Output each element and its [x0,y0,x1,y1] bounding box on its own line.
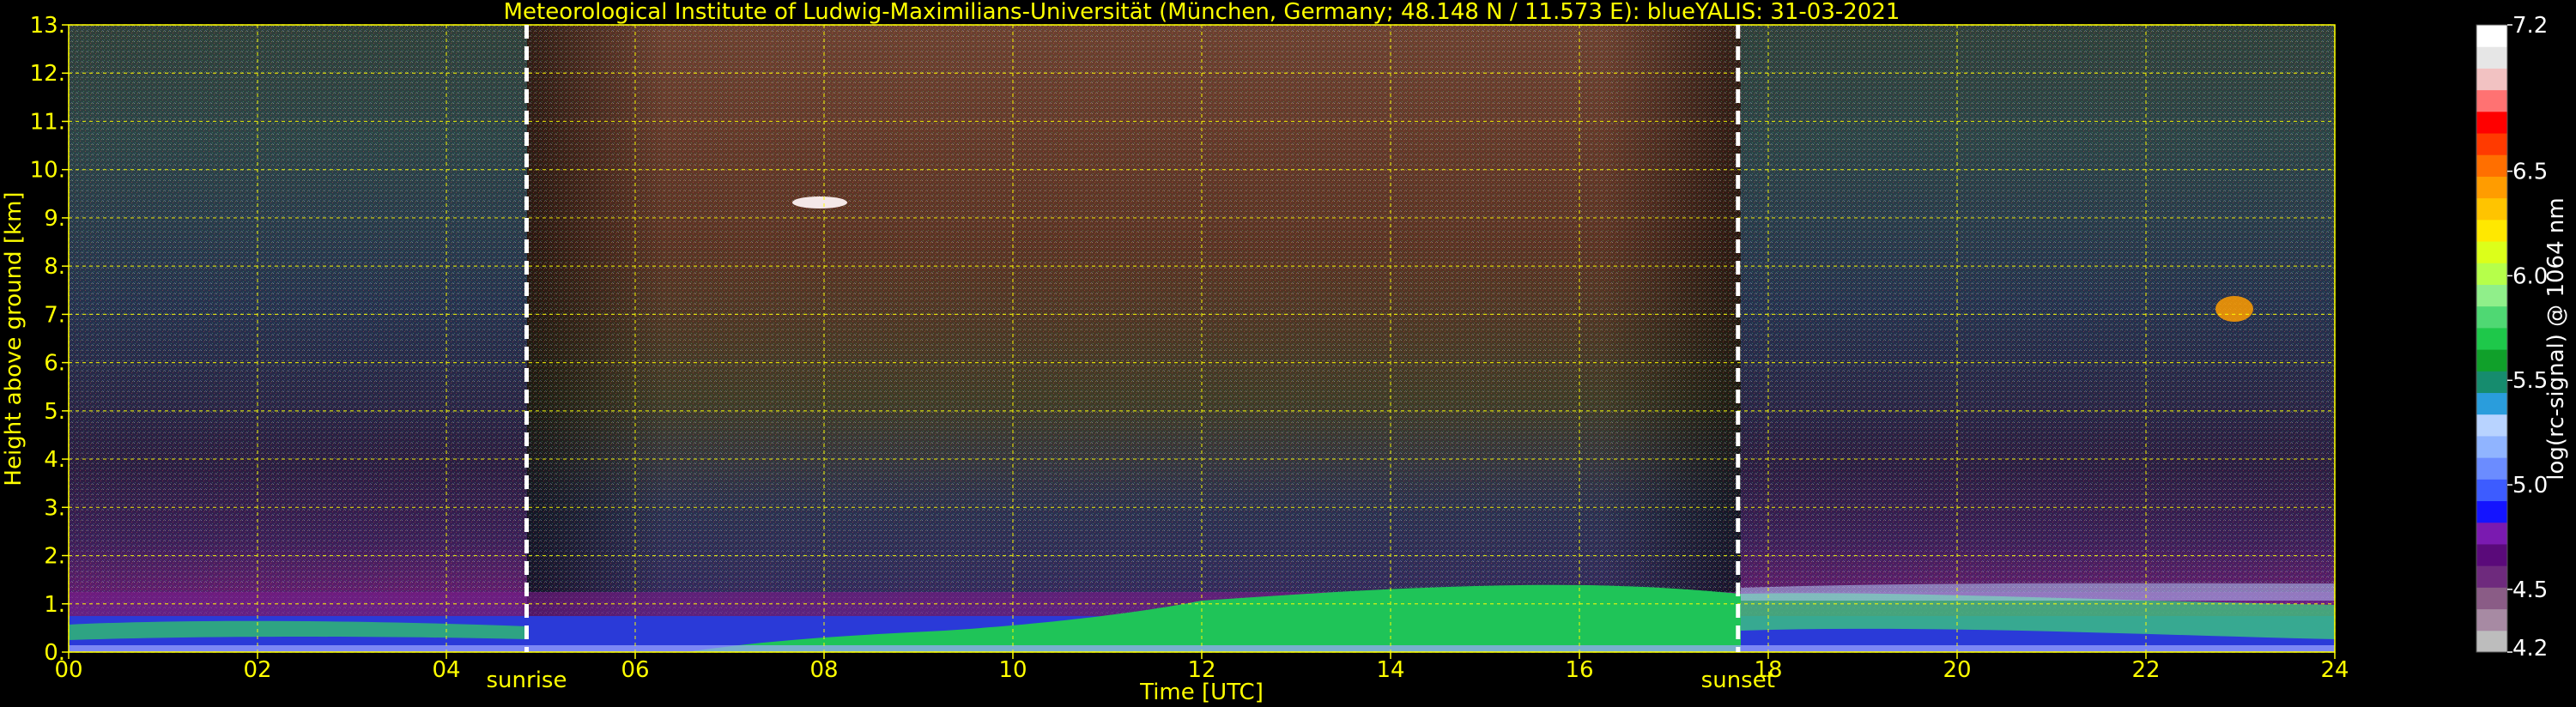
cirrus-cloud-1 [792,196,847,208]
colorbar-segment [2476,263,2507,285]
x-tick-label: 22 [2131,657,2160,683]
colorbar-segment [2476,392,2507,415]
y-tick-label: 6. [44,351,65,377]
cirrus-cloud-2 [2215,296,2253,322]
colorbar-segment [2476,327,2507,350]
y-tick-label: 9. [44,206,65,232]
colorbar-segment [2476,479,2507,502]
x-tick-label: 18 [1754,657,1782,683]
x-tick-label: 14 [1376,657,1404,683]
chart-title: Meteorological Institute of Ludwig-Maxim… [504,0,1900,25]
sunrise-label: sunrise [487,668,567,693]
x-tick-label: 08 [809,657,838,683]
colorbar-tick-label: 7.2 [2512,13,2548,39]
y-tick-label: 1. [44,592,65,618]
colorbar-segment [2476,630,2507,653]
colorbar-label: log(rc-signal) @ 1064 nm [2543,197,2569,480]
colorbar-segment [2476,241,2507,263]
x-tick-label: 20 [1943,657,1971,683]
signal-noise [69,25,2335,652]
x-tick-label: 24 [2320,657,2349,683]
colorbar-segment [2476,154,2507,177]
x-axis: 00 02 04 06 08 10 12 14 16 18 20 22 24 [54,652,2349,683]
colorbar-segment [2476,176,2507,199]
x-tick-label: 06 [621,657,649,683]
colorbar-segment [2476,587,2507,610]
y-axis: 0. 1. 2. 3. 4. 5. 6. 7. 8. 9. 10. 11. 12. 13. [30,13,69,666]
colorbar-segment [2476,435,2507,458]
colorbar-segment [2476,111,2507,134]
colorbar-segment [2476,522,2507,545]
colorbar-tick-label: 4.2 [2512,636,2548,662]
y-tick-label: 11. [30,109,65,135]
x-tick-label: 04 [432,657,460,683]
y-tick-label: 13. [30,13,65,39]
x-tick-label: 16 [1565,657,1593,683]
colorbar-segment [2476,608,2507,631]
plot-area [69,25,2335,652]
colorbar-segment [2476,414,2507,437]
x-axis-label: Time [UTC] [1139,680,1264,705]
y-tick-label: 2. [44,544,65,570]
chart-svg: sunrise sunset 00 02 04 06 08 10 12 14 16 18 20 22 24… [1,0,2569,705]
colorbar-segment [2476,284,2507,307]
x-tick-label: 10 [998,657,1027,683]
y-tick-label: 4. [44,447,65,473]
x-tick-label: 02 [243,657,271,683]
colorbar-segment [2476,25,2507,47]
y-tick-label: 0. [44,640,65,666]
y-tick-label: 5. [44,399,65,425]
y-axis-label: Height above ground [km] [1,191,27,486]
colorbar-segment [2476,46,2507,69]
colorbar-segment [2476,133,2507,155]
colorbar-segment [2476,371,2507,394]
colorbar-segment [2476,197,2507,221]
y-tick-label: 12. [30,61,65,87]
colorbar-tick-label: 6.5 [2512,160,2548,185]
evening-top-layer [1741,583,2335,601]
colorbar: 4.24.55.05.56.06.57.2 [2476,13,2548,662]
colorbar-segment [2476,349,2507,372]
colorbar-segment [2476,305,2507,329]
y-tick-label: 7. [44,302,65,328]
colorbar-segment [2476,565,2507,588]
y-tick-label: 8. [44,254,65,280]
colorbar-segment [2476,543,2507,566]
colorbar-segment [2476,219,2507,242]
colorbar-tick-label: 4.5 [2512,577,2548,603]
colorbar-segment [2476,89,2507,112]
y-tick-label: 10. [30,158,65,184]
colorbar-segment [2476,68,2507,91]
colorbar-segment [2476,500,2507,523]
colorbar-segment [2476,457,2507,480]
y-tick-label: 3. [44,495,65,521]
